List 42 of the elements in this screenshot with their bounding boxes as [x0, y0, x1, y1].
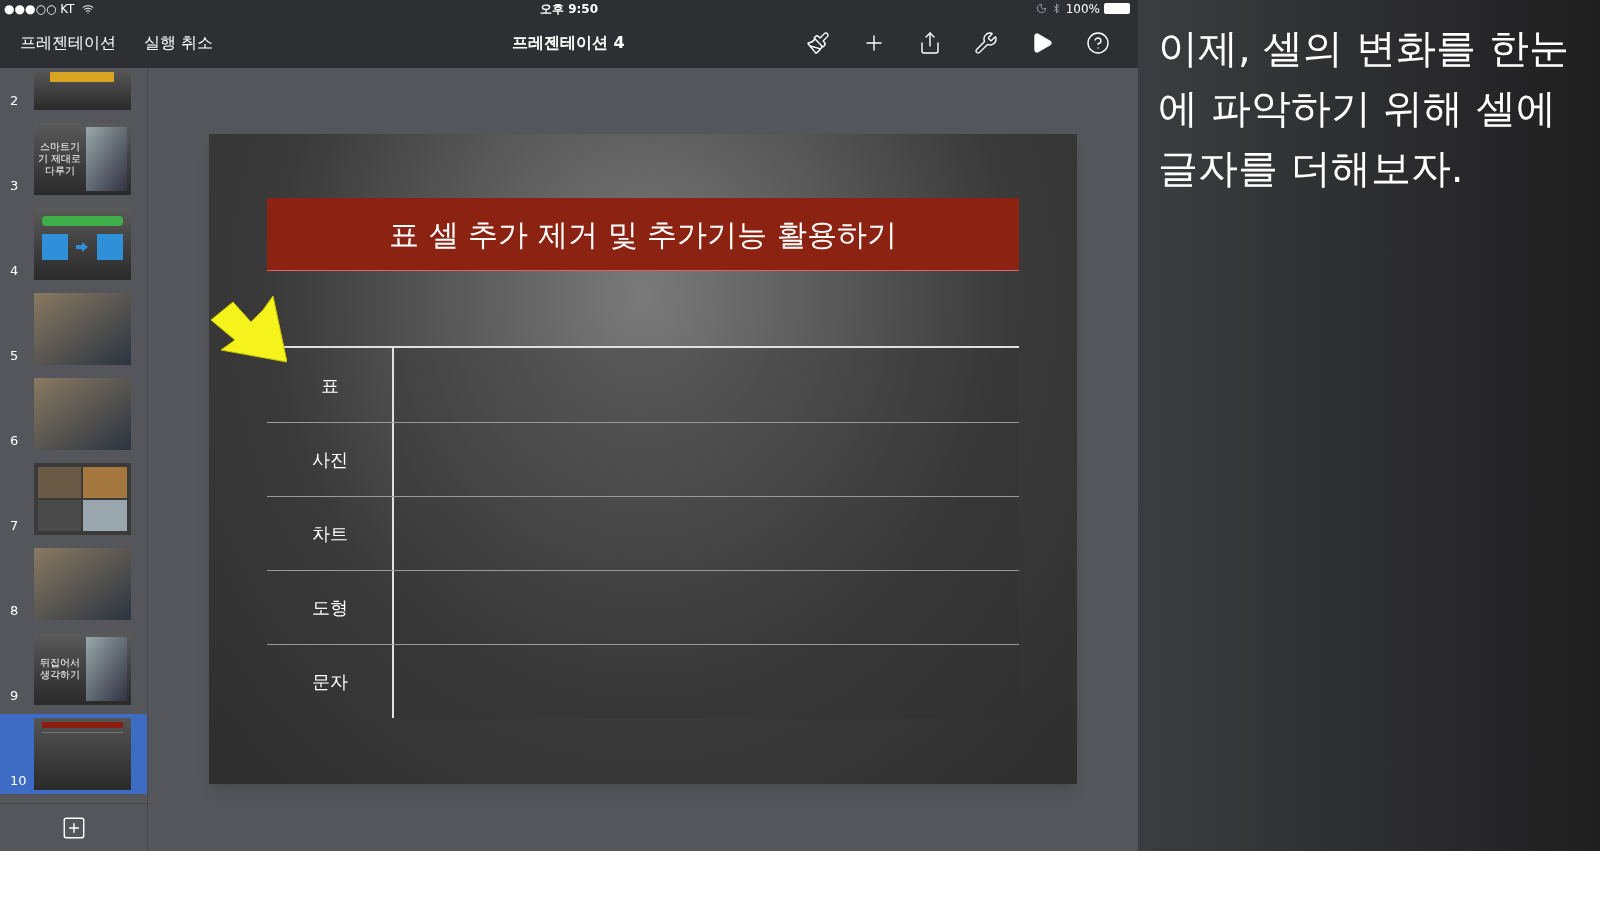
- back-button[interactable]: 프레젠테이션: [20, 30, 116, 55]
- slide-list-item[interactable]: 8: [0, 544, 147, 624]
- battery-icon: [1104, 3, 1130, 14]
- slide-list-item[interactable]: 4: [0, 204, 147, 284]
- caption-text: 이제, 셀의 변화를 한눈에 파악하기 위해 셀에 글자를 더해보자.: [1158, 24, 1570, 193]
- arrow-icon: [76, 242, 89, 252]
- battery-percent: 100%: [1065, 0, 1100, 18]
- slide-number: 7: [10, 516, 20, 535]
- table-cell: 사진: [267, 423, 394, 496]
- document-title: 프레젠테이션 4: [512, 31, 625, 54]
- slide-number: 2: [10, 91, 20, 110]
- slide-list-item[interactable]: 6: [0, 374, 147, 454]
- slide-thumbnail-title: 스마트기기 제대로 다루기: [37, 141, 82, 177]
- table-cell: 문자: [267, 645, 394, 718]
- wifi-icon: [82, 2, 95, 15]
- photo-placeholder: [85, 637, 127, 701]
- slide-list-item[interactable]: 9 뒤집어서 생각하기: [0, 629, 147, 709]
- slide-title: 표 셀 추가 제거 및 추가기능 활용하기: [389, 215, 897, 254]
- undo-button[interactable]: 실행 취소: [144, 30, 214, 55]
- slide-number: 5: [10, 346, 20, 365]
- slide-number: 6: [10, 431, 20, 450]
- slide-list-item[interactable]: 7: [0, 459, 147, 539]
- slide-number: 10: [10, 771, 28, 790]
- slide-number: 9: [10, 686, 20, 705]
- photo-placeholder: [85, 127, 127, 191]
- slide-list-item[interactable]: 10: [0, 714, 147, 794]
- clock: 오후 9:50: [540, 0, 599, 18]
- square-shape: [97, 234, 123, 260]
- signal-carrier: ●●●○○ KT: [4, 0, 75, 18]
- slide-number: 3: [10, 176, 20, 195]
- table-cell: 차트: [267, 497, 394, 570]
- slide-thumbnail-title: 뒤집어서 생각하기: [38, 657, 81, 681]
- slide-list-item[interactable]: 5: [0, 289, 147, 369]
- slide-list-item[interactable]: 2: [0, 68, 147, 114]
- slide-list-item[interactable]: 3 스마트기기 제대로 다루기: [0, 119, 147, 199]
- arrow-icon: [211, 296, 287, 366]
- moon-icon: [1035, 3, 1047, 14]
- table-cell: 도형: [267, 571, 394, 644]
- slide-number: 4: [10, 261, 20, 280]
- slide-number: 8: [10, 601, 20, 620]
- square-shape: [41, 234, 68, 260]
- table-cell: 표: [267, 348, 394, 422]
